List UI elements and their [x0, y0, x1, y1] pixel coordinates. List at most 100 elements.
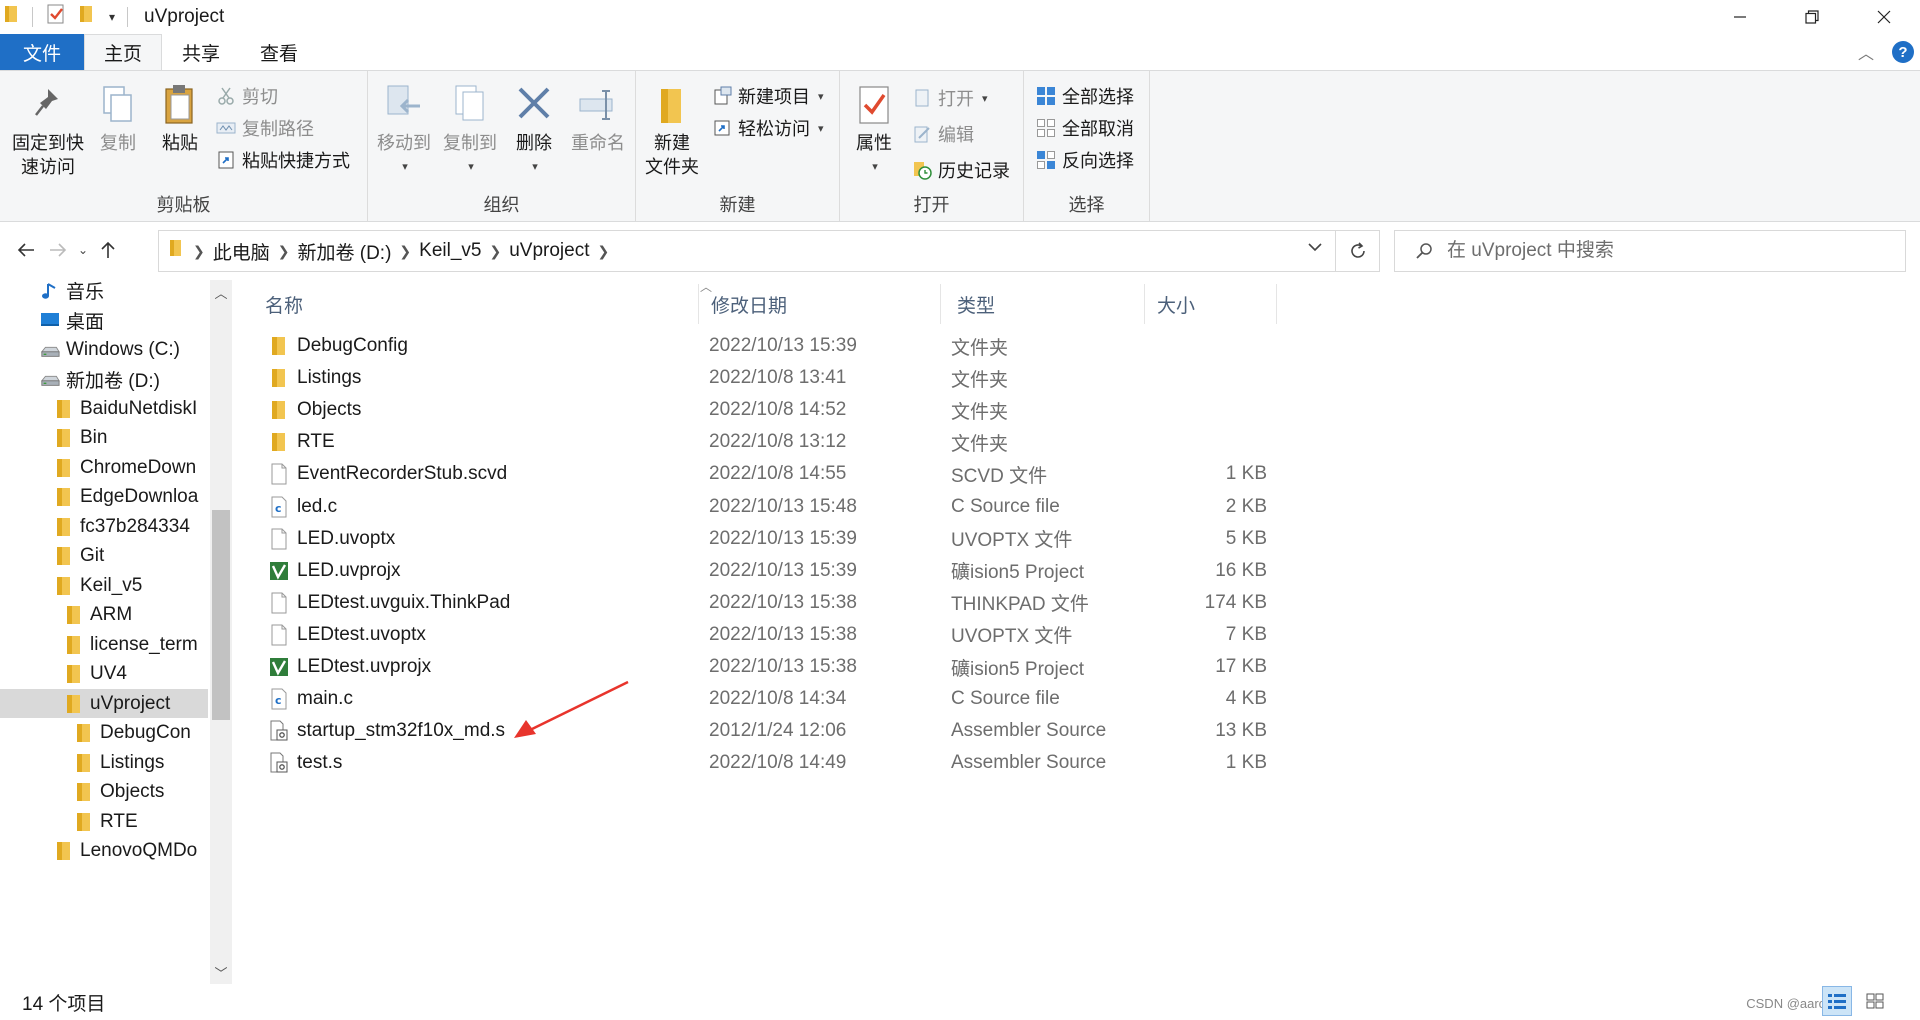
asm-file-icon [269, 752, 289, 774]
restore-button[interactable] [1776, 0, 1848, 34]
breadcrumb-uvproject[interactable]: uVproject [503, 240, 595, 262]
breadcrumb-keil-v5[interactable]: Keil_v5 [413, 240, 487, 262]
history-button[interactable]: 历史记录 [912, 157, 1010, 183]
paste-button[interactable]: 粘贴 [154, 81, 206, 155]
file-row[interactable]: LEDtest.uvoptx 2022/10/13 15:38 UVOPTX 文件 7… [257, 619, 1297, 651]
nav-tree-item[interactable]: 桌面 [0, 306, 208, 335]
scroll-up-icon[interactable]: ︿ [210, 280, 232, 304]
open-button[interactable]: 打开 ▾ [912, 85, 988, 111]
chevron-right-icon[interactable]: ❯ [596, 243, 612, 260]
asm-file-icon [269, 720, 289, 742]
nav-tree-item[interactable]: DebugCon [0, 719, 208, 748]
music-icon [40, 281, 60, 301]
tab-home[interactable]: 主页 [84, 34, 162, 70]
minimize-button[interactable] [1704, 0, 1776, 34]
close-button[interactable] [1848, 0, 1920, 34]
nav-tree-item[interactable]: ARM [0, 601, 208, 630]
nav-tree-item[interactable]: license_term [0, 630, 208, 659]
column-header-size[interactable]: 大小 [1145, 284, 1277, 324]
search-icon [1416, 243, 1432, 259]
chevron-right-icon[interactable]: ❯ [191, 243, 207, 260]
large-icons-view-button[interactable] [1860, 986, 1890, 1016]
nav-pane-scrollbar[interactable]: ︿ ﹀ [210, 280, 232, 984]
file-row[interactable]: LED.uvprojx 2022/10/13 15:39 礦ision5 Proje… [257, 555, 1297, 587]
tab-share[interactable]: 共享 [162, 34, 240, 70]
up-button[interactable] [92, 230, 124, 270]
select-all-button[interactable]: 全部选择 [1036, 83, 1134, 109]
copy-to-button[interactable]: 复制到 ▾ [438, 81, 502, 179]
nav-tree-item[interactable]: BaiduNetdiskI [0, 394, 208, 423]
copy-button[interactable]: 复制 [90, 81, 146, 155]
nav-tree-item[interactable]: 音乐 [0, 280, 208, 305]
back-button[interactable] [10, 230, 42, 270]
nav-tree-item[interactable]: fc37b284334 [0, 512, 208, 541]
chevron-right-icon[interactable]: ❯ [397, 243, 413, 260]
file-row[interactable]: c main.c 2022/10/8 14:34 C Source file 4 KB [257, 683, 1297, 715]
easy-access-button[interactable]: 轻松访问 ▾ [712, 115, 824, 141]
pin-quick-access-button[interactable]: 固定到快 速访问 [8, 81, 88, 179]
nav-tree-item[interactable]: Windows (C:) [0, 335, 208, 364]
file-row[interactable]: LEDtest.uvguix.ThinkPad 2022/10/13 15:38 T… [257, 587, 1297, 619]
nav-tree-item[interactable]: Listings [0, 748, 208, 777]
search-input[interactable] [1447, 240, 1887, 262]
scrollbar-thumb[interactable] [212, 510, 230, 720]
file-row[interactable]: Listings 2022/10/8 13:41 文件夹 [257, 362, 1297, 394]
paste-shortcut-button[interactable]: 粘贴快捷方式 [216, 147, 350, 173]
collapse-ribbon-icon[interactable]: ︿ [1858, 40, 1874, 64]
file-row[interactable]: EventRecorderStub.scvd 2022/10/8 14:55 SCV… [257, 458, 1297, 490]
move-to-button[interactable]: 移动到 ▾ [372, 81, 436, 179]
nav-tree-item[interactable]: Bin [0, 424, 208, 453]
help-icon[interactable]: ? [1892, 41, 1914, 63]
nav-tree-item[interactable]: RTE [0, 807, 208, 836]
nav-tree-item[interactable]: UV4 [0, 660, 208, 689]
chevron-right-icon[interactable]: ❯ [276, 243, 292, 260]
address-bar[interactable]: ❯ 此电脑 ❯ 新加卷 (D:) ❯ Keil_v5 ❯ uVproject ❯ [158, 230, 1336, 272]
folder-icon [54, 487, 74, 507]
breadcrumb-drive-d[interactable]: 新加卷 (D:) [291, 238, 397, 265]
nav-tree-item[interactable]: ChromeDown [0, 453, 208, 482]
new-folder-button[interactable]: 新建 文件夹 [640, 81, 704, 179]
group-label-open: 打开 [913, 195, 950, 215]
nav-tree-item[interactable]: 新加卷 (D:) [0, 365, 208, 394]
nav-tree-item[interactable]: Objects [0, 778, 208, 807]
nav-tree-item[interactable]: Git [0, 542, 208, 571]
file-row[interactable]: startup_stm32f10x_md.s 2012/1/24 12:06 Ass… [257, 715, 1297, 747]
tab-view[interactable]: 查看 [240, 34, 318, 70]
delete-button[interactable]: 删除 ▾ [508, 81, 560, 179]
cut-button[interactable]: 剪切 [216, 83, 278, 109]
new-item-button[interactable]: 新建项目 ▾ [712, 83, 824, 109]
file-row[interactable]: LED.uvoptx 2022/10/13 15:39 UVOPTX 文件 5 KB [257, 523, 1297, 555]
address-history-dropdown-icon[interactable] [1307, 239, 1323, 257]
forward-button[interactable] [42, 230, 74, 270]
nav-tree-item[interactable]: LenovoQMDo [0, 837, 208, 866]
details-view-button[interactable] [1822, 986, 1852, 1016]
file-row[interactable]: c led.c 2022/10/13 15:48 C Source file 2 KB [257, 491, 1297, 523]
rename-button[interactable]: 重命名 [566, 81, 630, 155]
refresh-button[interactable] [1336, 230, 1380, 272]
column-header-date[interactable]: 修改日期 [699, 284, 941, 324]
file-row[interactable]: RTE 2022/10/8 13:12 文件夹 [257, 426, 1297, 458]
chevron-right-icon[interactable]: ❯ [487, 243, 503, 260]
scroll-down-icon[interactable]: ﹀ [210, 960, 232, 984]
customize-toolbar-dropdown-icon[interactable]: ▾ [109, 10, 115, 24]
invert-selection-button[interactable]: 反向选择 [1036, 147, 1134, 173]
properties-check-icon[interactable] [45, 3, 67, 31]
column-header-name[interactable]: 名称 [233, 284, 699, 324]
file-row[interactable]: Objects 2022/10/8 14:52 文件夹 [257, 394, 1297, 426]
edit-button[interactable]: 编辑 [912, 121, 974, 147]
file-row[interactable]: test.s 2022/10/8 14:49 Assembler Source 1 K… [257, 747, 1297, 779]
file-row[interactable]: LEDtest.uvprojx 2022/10/13 15:38 礦ision5 P… [257, 651, 1297, 683]
select-none-button[interactable]: 全部取消 [1036, 115, 1134, 141]
properties-button[interactable]: 属性 ▾ [848, 81, 900, 179]
nav-tree-item[interactable]: EdgeDownloa [0, 483, 208, 512]
nav-tree-item[interactable]: uVproject [0, 689, 208, 718]
new-folder-icon[interactable] [79, 4, 95, 30]
search-box[interactable] [1394, 230, 1906, 272]
tab-file[interactable]: 文件 [0, 34, 84, 70]
column-header-type[interactable]: 类型 [941, 284, 1145, 324]
recent-locations-button[interactable]: ⌄ [74, 230, 92, 270]
nav-tree-item[interactable]: Keil_v5 [0, 571, 208, 600]
copy-path-button[interactable]: 复制路径 [216, 115, 314, 141]
breadcrumb-this-pc[interactable]: 此电脑 [207, 238, 276, 265]
file-row[interactable]: DebugConfig 2022/10/13 15:39 文件夹 [257, 330, 1297, 362]
